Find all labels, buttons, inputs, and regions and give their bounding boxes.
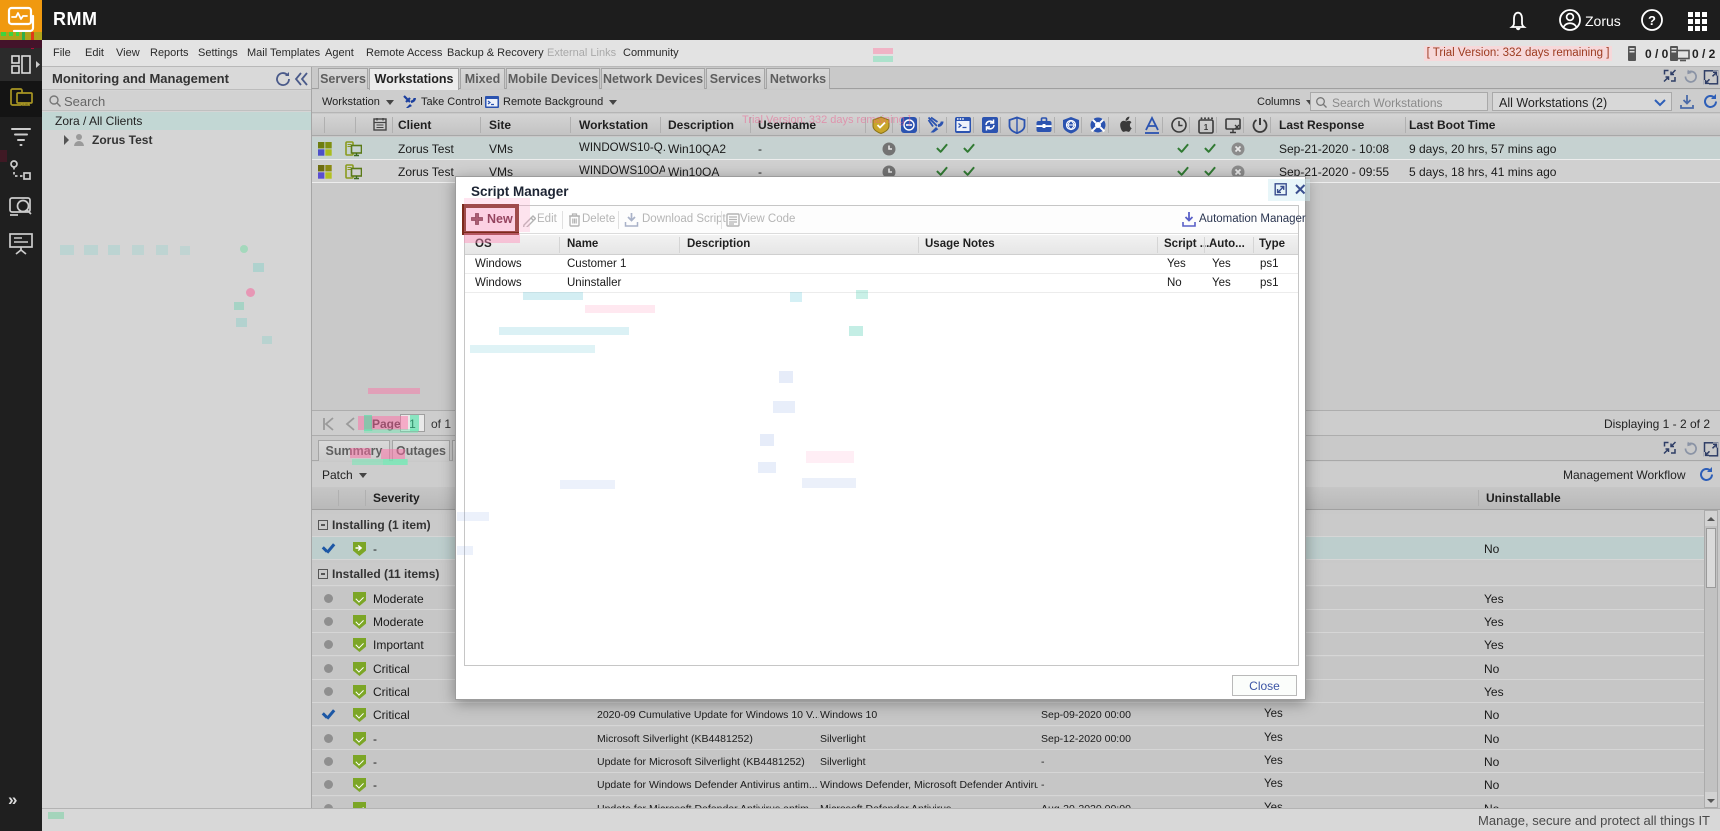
svg-text:?: ? xyxy=(1648,13,1656,28)
svg-text:1: 1 xyxy=(1204,123,1209,132)
